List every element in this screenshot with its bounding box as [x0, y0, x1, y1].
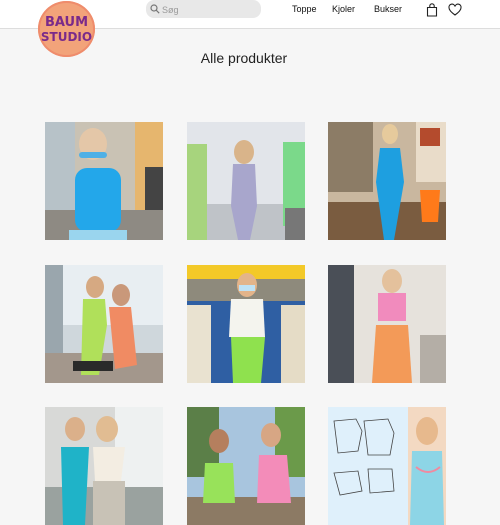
product-sewing-pattern-top[interactable]: [328, 407, 446, 525]
nav-item-toppe[interactable]: Toppe: [292, 4, 317, 14]
heart-icon[interactable]: [448, 3, 462, 17]
search-icon: [150, 4, 160, 14]
shopping-bag-icon[interactable]: [425, 3, 439, 17]
product-image: [45, 265, 163, 383]
logo-text-bottom: STUDIO: [41, 30, 92, 44]
product-green-pink-tops[interactable]: [187, 407, 305, 525]
product-image: [328, 122, 446, 240]
product-lilac-sequin-jumpsuit[interactable]: [187, 122, 305, 240]
logo-text-top: BAUM: [45, 15, 88, 30]
search-input[interactable]: [162, 1, 254, 19]
product-image: [187, 122, 305, 240]
product-orange-green-outfits[interactable]: [45, 265, 163, 383]
product-blue-sequin-top[interactable]: [45, 122, 163, 240]
product-blue-sequin-set[interactable]: [328, 122, 446, 240]
product-image: [328, 265, 446, 383]
product-green-sequin-pants[interactable]: [187, 265, 305, 383]
product-image: [45, 407, 163, 525]
nav-item-bukser[interactable]: Bukser: [374, 4, 402, 14]
product-image: [187, 265, 305, 383]
brand-logo[interactable]: BAUM STUDIO: [38, 1, 95, 57]
product-pink-orange-set[interactable]: [328, 265, 446, 383]
search-bar[interactable]: [146, 0, 261, 19]
product-image: [187, 407, 305, 525]
logo-mark: BAUM STUDIO: [41, 15, 92, 44]
product-image: [45, 122, 163, 240]
product-image: [328, 407, 446, 525]
nav-item-kjoler[interactable]: Kjoler: [332, 4, 355, 14]
product-turquoise-sequin-top[interactable]: [45, 407, 163, 525]
